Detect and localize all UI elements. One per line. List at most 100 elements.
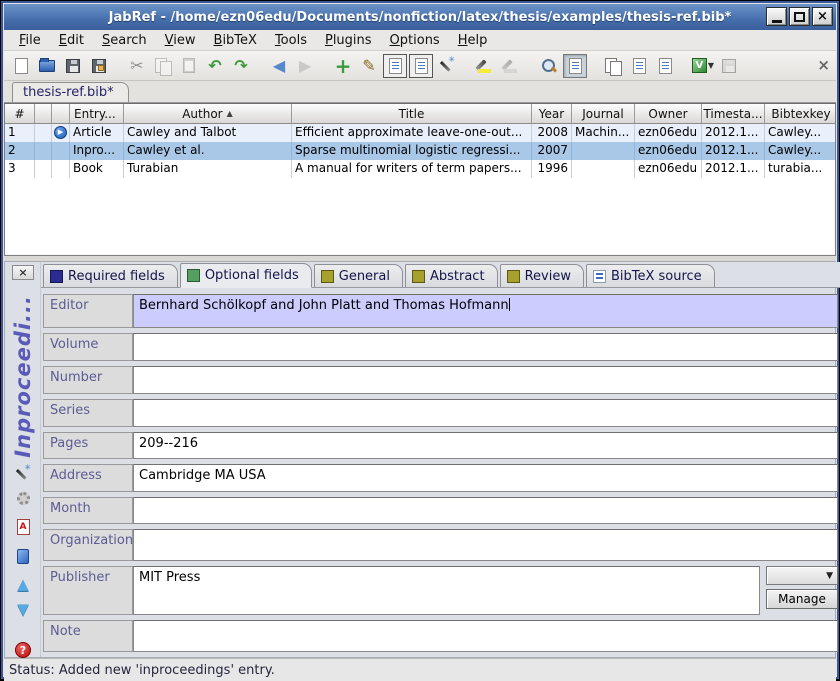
back-button[interactable]: ◀ xyxy=(267,54,291,78)
maximize-button[interactable] xyxy=(789,7,810,26)
forward-button[interactable]: ▶ xyxy=(293,54,317,78)
paste-button[interactable] xyxy=(177,54,201,78)
cell-owner[interactable]: ezn06edu xyxy=(635,160,702,178)
cell-timestamp[interactable]: 2012.1... xyxy=(702,160,765,178)
open-library-button[interactable] xyxy=(35,54,59,78)
tab-bibtex-source[interactable]: BibTeX source xyxy=(586,264,715,287)
cell-journal[interactable] xyxy=(572,160,635,178)
cell-author[interactable]: Cawley et al. xyxy=(124,142,292,160)
cell-number[interactable]: 3 xyxy=(5,160,35,178)
minimize-button[interactable] xyxy=(766,7,787,26)
column-header-number[interactable]: # xyxy=(5,104,35,124)
new-entry-button[interactable]: + xyxy=(331,54,355,78)
open-pdf-button[interactable]: A xyxy=(5,519,41,535)
cell-year[interactable]: 2008 xyxy=(532,124,572,142)
cell-marked[interactable] xyxy=(35,124,52,142)
organization-field-input[interactable] xyxy=(133,529,838,561)
undo-button[interactable]: ↶ xyxy=(203,54,227,78)
cut-button[interactable]: ✂ xyxy=(125,54,149,78)
table-row[interactable]: 1 ▶ Article Cawley and Talbot Efficient … xyxy=(5,124,836,142)
column-header-bibtexkey[interactable]: Bibtexkey xyxy=(765,104,836,124)
column-header-year[interactable]: Year xyxy=(532,104,572,124)
cell-file[interactable] xyxy=(52,142,70,160)
column-header-timestamp[interactable]: Timesta... xyxy=(702,104,765,124)
volume-field-input[interactable] xyxy=(133,333,838,361)
previous-entry-button[interactable]: ▲ xyxy=(5,577,41,592)
push-to-vim-button[interactable]: V▼ xyxy=(691,54,715,78)
tab-abstract[interactable]: Abstract xyxy=(405,264,498,287)
external-link-icon[interactable]: ▶ xyxy=(54,126,67,139)
pages-field-input[interactable]: 209--216 xyxy=(133,432,838,459)
menu-bibtex[interactable]: BibTeX xyxy=(205,31,266,50)
new-library-button[interactable] xyxy=(9,54,33,78)
table-row-selected[interactable]: 2 Inpro... Cawley et al. Sparse multinom… xyxy=(5,142,836,160)
duplicate-entry-button[interactable] xyxy=(601,54,625,78)
menu-options[interactable]: Options xyxy=(381,31,449,50)
push-to-lyx-button[interactable] xyxy=(627,54,651,78)
cell-owner[interactable]: ezn06edu xyxy=(635,124,702,142)
table-row[interactable]: 3 Book Turabian A manual for writers of … xyxy=(5,160,836,178)
toggle-groups-button[interactable] xyxy=(383,54,407,78)
cell-author[interactable]: Cawley and Talbot xyxy=(124,124,292,142)
mark-entries-button[interactable] xyxy=(473,54,497,78)
cell-entrytype[interactable]: Article xyxy=(70,124,124,142)
toolbar-close-icon[interactable]: × xyxy=(817,56,830,74)
tab-review[interactable]: Review xyxy=(500,264,584,287)
cell-title[interactable]: Efficient approximate leave-one-out... xyxy=(292,124,532,142)
cell-entrytype[interactable]: Inpro... xyxy=(70,142,124,160)
file-tab[interactable]: thesis-ref.bib* xyxy=(12,82,129,102)
cell-journal[interactable]: Machin... xyxy=(572,124,635,142)
column-header-marked[interactable] xyxy=(35,104,52,124)
save-as-button[interactable] xyxy=(87,54,111,78)
cell-title[interactable]: A manual for writers of term papers... xyxy=(292,160,532,178)
cell-entrytype[interactable]: Book xyxy=(70,160,124,178)
autoset-button[interactable] xyxy=(5,492,41,505)
note-field-input[interactable] xyxy=(133,620,838,652)
tab-required-fields[interactable]: Required fields xyxy=(43,264,178,287)
month-field-input[interactable] xyxy=(133,497,838,524)
column-header-owner[interactable]: Owner xyxy=(635,104,702,124)
cell-journal[interactable] xyxy=(572,142,635,160)
next-entry-button[interactable]: ▼ xyxy=(5,602,41,617)
manage-button[interactable]: Manage xyxy=(766,589,838,609)
cell-year[interactable]: 2007 xyxy=(532,142,572,160)
unmark-entries-button[interactable] xyxy=(499,54,523,78)
cell-year[interactable]: 1996 xyxy=(532,160,572,178)
generate-key-button[interactable] xyxy=(5,466,41,482)
cell-author[interactable]: Turabian xyxy=(124,160,292,178)
publisher-dropdown[interactable]: ▼ xyxy=(766,566,838,585)
cell-owner[interactable]: ezn06edu xyxy=(635,142,702,160)
tab-general[interactable]: General xyxy=(314,264,403,287)
toggle-preview-button[interactable] xyxy=(409,54,433,78)
cell-number[interactable]: 2 xyxy=(5,142,35,160)
column-header-author[interactable]: Author▲ xyxy=(124,104,292,124)
menu-edit[interactable]: Edit xyxy=(50,31,93,50)
cell-marked[interactable] xyxy=(35,142,52,160)
close-button[interactable]: × xyxy=(812,7,833,26)
push-to-emacs-button[interactable] xyxy=(653,54,677,78)
publisher-field-input[interactable]: MIT Press xyxy=(133,566,760,615)
help-button[interactable]: ? xyxy=(5,642,41,658)
toggle-search-panel-button[interactable] xyxy=(563,54,587,78)
search-button[interactable] xyxy=(537,54,561,78)
column-header-entrytype[interactable]: Entry... xyxy=(70,104,124,124)
edit-entry-button[interactable]: ✎ xyxy=(357,54,381,78)
title-bar[interactable]: JabRef - /home/ezn06edu/Documents/nonfic… xyxy=(4,4,836,30)
cell-timestamp[interactable]: 2012.1... xyxy=(702,124,765,142)
cell-number[interactable]: 1 xyxy=(5,124,35,142)
cell-timestamp[interactable]: 2012.1... xyxy=(702,142,765,160)
open-console-button[interactable] xyxy=(717,54,741,78)
menu-tools[interactable]: Tools xyxy=(266,31,316,50)
cell-file[interactable] xyxy=(52,160,70,178)
cell-bibtexkey[interactable]: Cawley... xyxy=(765,124,836,142)
copy-button[interactable] xyxy=(151,54,175,78)
cell-bibtexkey[interactable]: Cawley... xyxy=(765,142,836,160)
cell-bibtexkey[interactable]: turabia... xyxy=(765,160,836,178)
redo-button[interactable]: ↷ xyxy=(229,54,253,78)
menu-view[interactable]: View xyxy=(156,31,205,50)
column-header-title[interactable]: Title xyxy=(292,104,532,124)
column-header-file[interactable] xyxy=(52,104,70,124)
address-field-input[interactable]: Cambridge MA USA xyxy=(133,464,838,492)
menu-plugins[interactable]: Plugins xyxy=(316,31,381,50)
menu-file[interactable]: File xyxy=(10,31,50,50)
